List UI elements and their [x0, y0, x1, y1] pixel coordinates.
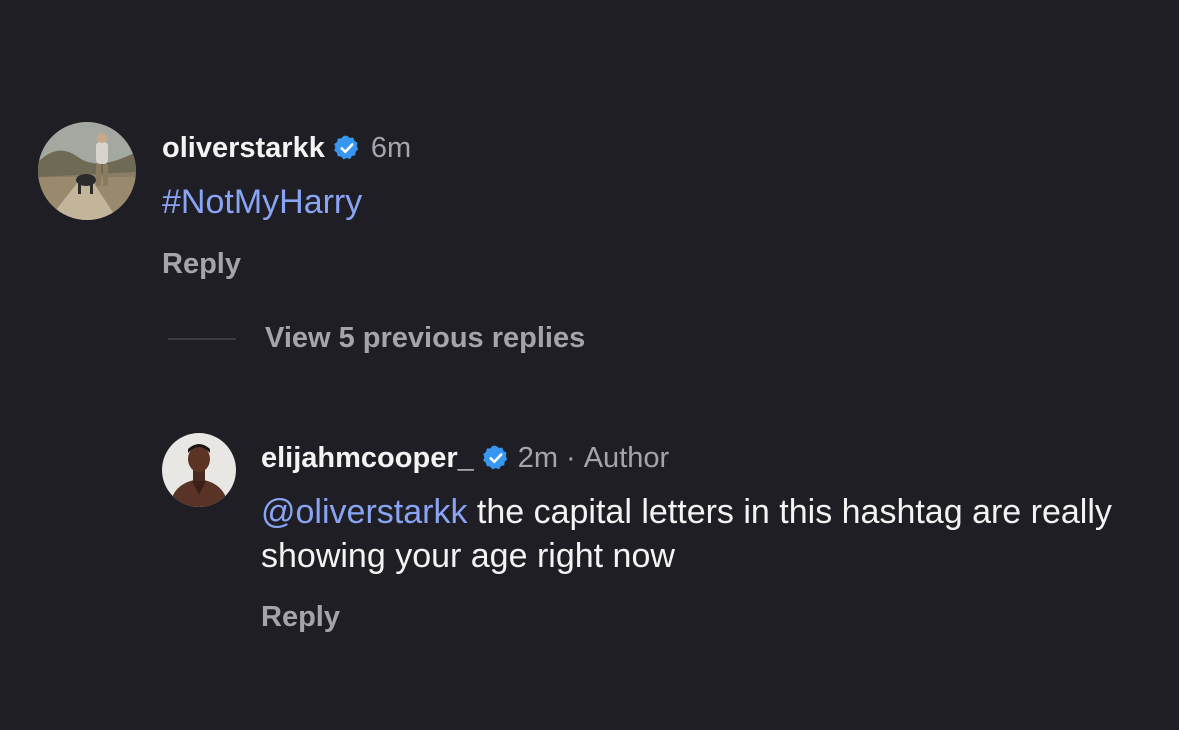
comment-header: oliverstarkk 6m — [162, 128, 411, 168]
view-previous-replies-button[interactable]: View 5 previous replies — [265, 322, 585, 355]
comments-thread: oliverstarkk 6m #NotMyHarry Reply View 5… — [0, 0, 1179, 730]
reply-button[interactable]: Reply — [261, 601, 340, 634]
comment-body: #NotMyHarry — [162, 180, 362, 224]
avatar-photo-icon — [38, 122, 136, 220]
username[interactable]: elijahmcooper_ — [261, 442, 474, 475]
divider-line — [168, 338, 236, 340]
verified-badge-icon — [482, 444, 510, 472]
reply-body: @oliverstarkk the capital letters in thi… — [261, 490, 1161, 578]
comment-time: 6m — [370, 131, 412, 164]
reply-time: 2m — [517, 441, 559, 474]
reply-button[interactable]: Reply — [162, 248, 241, 281]
mention-link[interactable]: @oliverstarkk — [261, 493, 467, 531]
avatar-elijahmcooper[interactable] — [162, 433, 236, 507]
reply-header: elijahmcooper_ 2m · Author — [261, 438, 669, 478]
avatar-oliverstarkk[interactable] — [38, 122, 136, 220]
hashtag-link[interactable]: #NotMyHarry — [162, 183, 362, 222]
avatar-photo-icon — [162, 433, 236, 507]
author-badge: Author — [583, 441, 670, 474]
username[interactable]: oliverstarkk — [162, 132, 325, 165]
verified-badge-icon — [333, 134, 361, 162]
meta-separator: · — [566, 441, 576, 474]
